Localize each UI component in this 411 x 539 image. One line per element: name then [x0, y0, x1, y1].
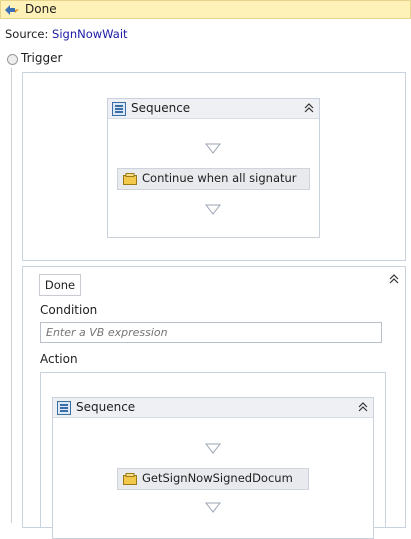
activity-label: GetSignNowSignedDocum [142, 471, 293, 485]
state-title: Done [25, 2, 57, 16]
drop-target-arrow-icon[interactable] [204, 143, 222, 157]
collapse-chevron-icon[interactable] [357, 401, 369, 416]
collapse-chevron-icon[interactable] [303, 102, 315, 117]
sequence-icon [57, 401, 71, 418]
condition-label: Condition [40, 303, 98, 317]
state-header: Done [0, 0, 411, 19]
action-label: Action [40, 352, 78, 366]
sequence-title: Sequence [131, 101, 191, 115]
activity-label: Continue when all signatur [142, 171, 297, 185]
activity-continue-when-signed[interactable]: Continue when all signatur [117, 168, 310, 190]
sequence-icon [112, 102, 126, 119]
done-branch-tab[interactable]: Done [39, 274, 81, 296]
action-sequence[interactable]: Sequence GetSignNowSignedDocum [52, 397, 374, 539]
condition-input[interactable] [40, 322, 382, 343]
source-link[interactable]: SignNowWait [52, 27, 128, 41]
activity-get-signnow-signed-document[interactable]: GetSignNowSignedDocum [117, 468, 309, 490]
trigger-connector-dot[interactable] [7, 54, 18, 65]
source-prefix: Source: [5, 27, 49, 41]
trigger-label: Trigger [21, 51, 63, 65]
drop-target-arrow-icon[interactable] [204, 443, 222, 457]
activity-icon [123, 173, 137, 188]
drop-target-arrow-icon[interactable] [204, 204, 222, 218]
source-line: Source: SignNowWait [5, 27, 128, 41]
collapse-chevron-icon[interactable] [388, 273, 400, 288]
activity-icon [123, 473, 137, 488]
trigger-rail [11, 68, 12, 523]
flow-state-icon [4, 3, 20, 19]
trigger-sequence[interactable]: Sequence Continue when all signatur [107, 98, 320, 238]
sequence-title: Sequence [76, 400, 136, 414]
sequence-header: Sequence [108, 99, 319, 119]
sequence-header: Sequence [53, 398, 373, 418]
drop-target-arrow-icon[interactable] [204, 502, 222, 516]
